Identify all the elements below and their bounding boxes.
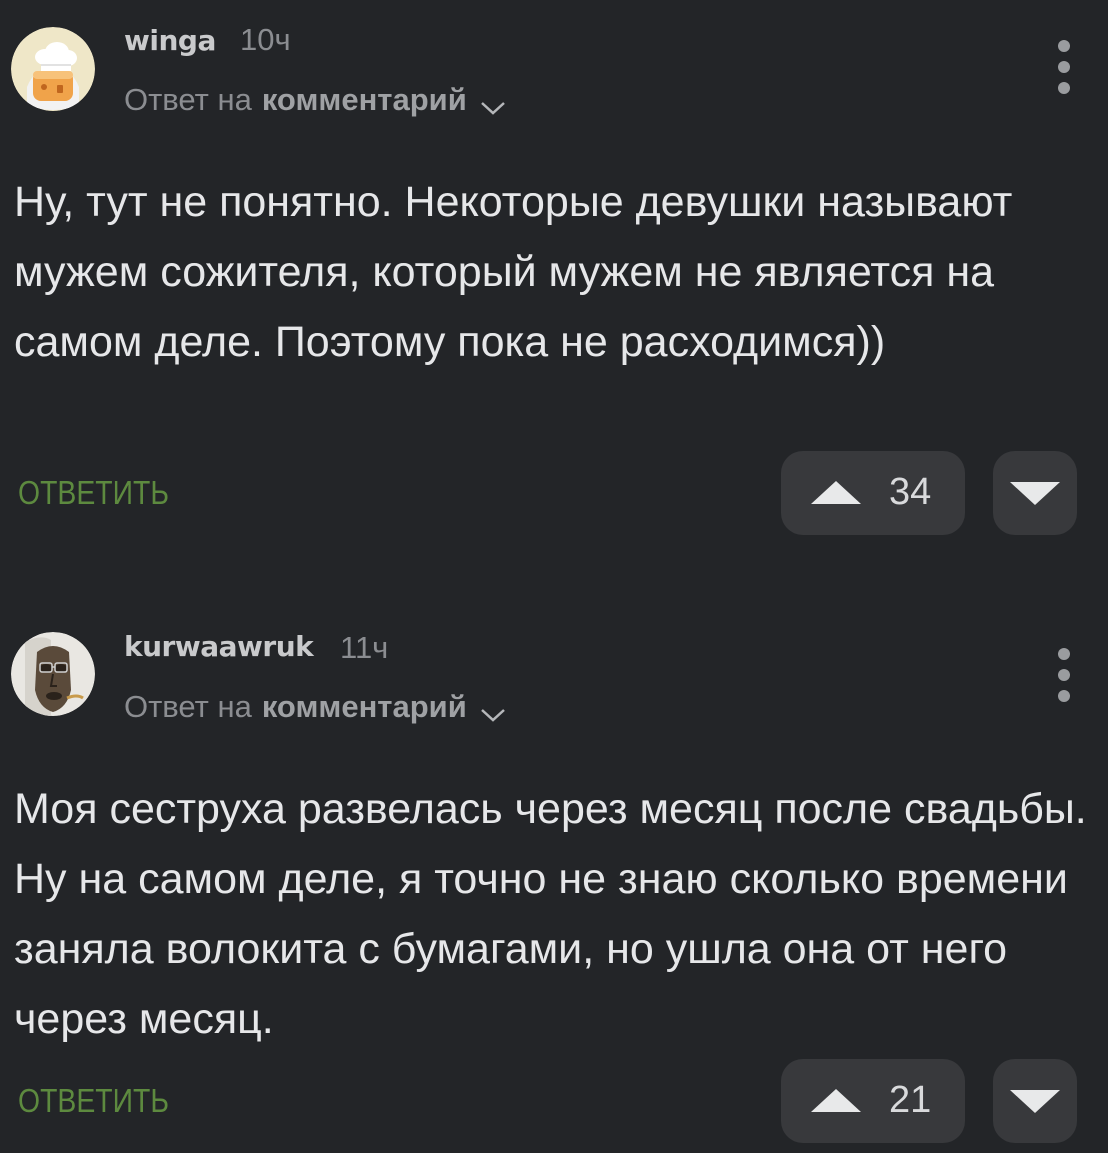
comment-text: Моя сеструха развелась через месяц после… xyxy=(14,785,1087,1043)
avatar[interactable] xyxy=(11,632,95,716)
reply-to-link[interactable]: Ответ на комментарий xyxy=(124,689,507,725)
more-options-icon[interactable] xyxy=(1052,648,1076,704)
comment-time: 11ч xyxy=(340,630,389,665)
username[interactable]: kurwaawruk xyxy=(124,630,314,663)
upvote-button[interactable]: 21 xyxy=(781,1059,965,1143)
wooden-mask-icon xyxy=(11,632,95,716)
comment: kurwaawruk 11ч Ответ на комментарий Моя … xyxy=(0,0,1108,1153)
reply-button[interactable]: ОТВЕТИТЬ xyxy=(18,1082,169,1120)
reply-to-comment-link[interactable]: комментарий xyxy=(262,689,467,725)
reply-to-prefix: Ответ на xyxy=(124,689,252,724)
triangle-down-icon xyxy=(1010,1090,1060,1113)
downvote-button[interactable] xyxy=(993,1059,1077,1143)
triangle-up-icon xyxy=(811,1089,861,1112)
rating-count: 21 xyxy=(889,1079,932,1121)
chevron-down-icon[interactable] xyxy=(479,697,507,722)
